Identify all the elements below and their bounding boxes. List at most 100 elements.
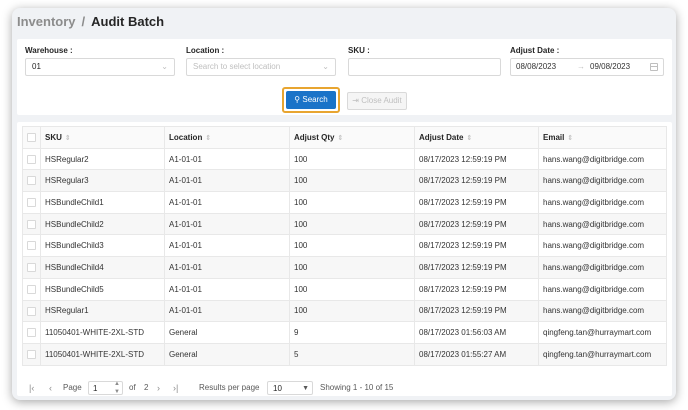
row-checkbox-cell	[22, 147, 41, 171]
table-row[interactable]: 11050401-WHITE-2XL-STD General 5 08/17/2023…	[22, 342, 667, 366]
table-row[interactable]: HSRegular3 A1-01-01 100 08/17/2023 12:59:19…	[22, 169, 667, 193]
chevron-down-icon: ⌄	[322, 62, 329, 71]
close-audit-button[interactable]: ⇥ Close Audit	[347, 92, 407, 110]
email-cell: hans.wang@digitbridge.com	[538, 191, 667, 214]
adjust-date-cell: 08/17/2023 12:59:19 PM	[414, 277, 539, 301]
row-checkbox[interactable]	[27, 328, 36, 338]
search-icon: ⚲	[294, 95, 301, 104]
results-per-page-value: 10	[273, 384, 282, 393]
adjust-date-cell: 08/17/2023 01:56:03 AM	[414, 321, 539, 344]
date-to[interactable]: 09/08/2023	[590, 59, 630, 75]
location-cell: A1-01-01	[164, 256, 290, 279]
email-cell: hans.wang@digitbridge.com	[538, 256, 667, 279]
row-checkbox-cell	[22, 342, 41, 366]
app-window: Inventory / Audit Batch Warehouse : 01 ⌄ L…	[12, 8, 676, 400]
breadcrumb-separator: /	[81, 14, 86, 29]
location-cell: A1-01-01	[164, 169, 290, 193]
calendar-icon[interactable]	[650, 63, 658, 71]
row-checkbox[interactable]	[27, 284, 36, 294]
table-row[interactable]: HSBundleChild3 A1-01-01 100 08/17/2023 12:5…	[22, 234, 667, 258]
sort-icon[interactable]: ⇕	[567, 135, 573, 142]
email-cell: hans.wang@digitbridge.com	[538, 169, 667, 193]
location-cell: A1-01-01	[164, 277, 290, 301]
adjust-date-cell: 08/17/2023 01:55:27 AM	[414, 342, 539, 366]
table-row[interactable]: HSBundleChild4 A1-01-01 100 08/17/2023 12:5…	[22, 256, 667, 279]
sort-icon[interactable]: ⇕	[205, 135, 211, 142]
row-checkbox[interactable]	[27, 349, 36, 359]
location-cell: General	[164, 342, 290, 366]
row-checkbox-cell	[22, 277, 41, 301]
adjust-date-range-picker[interactable]: 08/08/2023 → 09/08/2023	[510, 58, 664, 76]
location-cell: A1-01-01	[164, 234, 290, 258]
column-header-adjust-qty[interactable]: Adjust Qty ⇕	[289, 126, 415, 149]
adjust-qty-cell: 100	[289, 256, 415, 279]
row-checkbox[interactable]	[27, 306, 36, 316]
last-page-icon[interactable]: ›|	[173, 381, 178, 395]
stepper-icon[interactable]: ▲ ▼	[114, 380, 120, 396]
search-button[interactable]: ⚲ Search	[286, 91, 336, 109]
adjust-qty-cell: 100	[289, 147, 415, 171]
page-number-value: 1	[93, 384, 98, 393]
column-header-sku[interactable]: SKU ⇕	[40, 126, 165, 149]
column-label: Adjust Qty	[294, 132, 335, 142]
row-checkbox[interactable]	[27, 154, 36, 164]
row-checkbox-cell	[22, 212, 41, 236]
email-cell: qingfeng.tan@hurraymart.com	[538, 321, 667, 344]
table-row[interactable]: HSRegular1 A1-01-01 100 08/17/2023 12:59:19…	[22, 299, 667, 323]
adjust-date-cell: 08/17/2023 12:59:19 PM	[414, 299, 539, 323]
email-cell: hans.wang@digitbridge.com	[538, 212, 667, 236]
column-label: Adjust Date	[419, 132, 464, 142]
results-per-page-select[interactable]: 10 ▼	[267, 381, 313, 395]
column-header-adjust-date[interactable]: Adjust Date ⇕	[414, 126, 539, 149]
table-row[interactable]: 11050401-WHITE-2XL-STD General 9 08/17/2023…	[22, 321, 667, 344]
sort-icon[interactable]: ⇕	[466, 135, 472, 142]
row-checkbox-cell	[22, 234, 41, 258]
breadcrumb-inventory[interactable]: Inventory	[17, 14, 76, 29]
sort-icon[interactable]: ⇕	[337, 135, 343, 142]
table-row[interactable]: HSBundleChild5 A1-01-01 100 08/17/2023 12:5…	[22, 277, 667, 301]
row-checkbox[interactable]	[27, 241, 36, 251]
adjust-qty-cell: 100	[289, 169, 415, 193]
select-all-checkbox[interactable]	[27, 133, 36, 143]
sku-cell: HSRegular2	[40, 147, 165, 171]
page-number-input[interactable]: 1 ▲ ▼	[88, 381, 123, 395]
date-range-arrow-icon: →	[577, 62, 585, 71]
table-row[interactable]: HSBundleChild1 A1-01-01 100 08/17/2023 12:5…	[22, 191, 667, 214]
header-checkbox-cell	[22, 126, 41, 149]
table-row[interactable]: HSRegular2 A1-01-01 100 08/17/2023 12:59:19…	[22, 147, 667, 171]
row-checkbox[interactable]	[27, 263, 36, 273]
row-checkbox-cell	[22, 299, 41, 323]
next-page-icon[interactable]: ›	[157, 381, 160, 395]
adjust-qty-cell: 100	[289, 191, 415, 214]
sort-icon[interactable]: ⇕	[65, 135, 71, 142]
email-cell: hans.wang@digitbridge.com	[538, 277, 667, 301]
column-label: SKU	[45, 132, 62, 142]
location-placeholder: Search to select location	[193, 62, 281, 71]
sku-cell: 11050401-WHITE-2XL-STD	[40, 321, 165, 344]
row-checkbox-cell	[22, 191, 41, 214]
search-button-label: Search	[302, 95, 328, 104]
row-checkbox[interactable]	[27, 176, 36, 186]
filter-panel: Warehouse : 01 ⌄ Location : Search to se…	[17, 39, 672, 115]
adjust-date-cell: 08/17/2023 12:59:19 PM	[414, 169, 539, 193]
column-label: Location	[169, 132, 203, 142]
column-header-location[interactable]: Location ⇕	[164, 126, 290, 149]
prev-page-icon[interactable]: ‹	[49, 381, 52, 395]
warehouse-select[interactable]: 01 ⌄	[25, 58, 175, 76]
column-header-email[interactable]: Email ⇕	[538, 126, 667, 149]
adjust-qty-cell: 100	[289, 277, 415, 301]
date-from[interactable]: 08/08/2023	[516, 59, 556, 75]
adjust-qty-cell: 100	[289, 212, 415, 236]
first-page-icon[interactable]: |‹	[29, 381, 34, 395]
row-checkbox[interactable]	[27, 219, 36, 229]
row-checkbox[interactable]	[27, 198, 36, 208]
breadcrumb: Inventory / Audit Batch	[17, 14, 164, 29]
sku-cell: HSBundleChild5	[40, 277, 165, 301]
table-row[interactable]: HSBundleChild2 A1-01-01 100 08/17/2023 12:5…	[22, 212, 667, 236]
location-cell: A1-01-01	[164, 191, 290, 214]
location-select[interactable]: Search to select location ⌄	[186, 58, 336, 76]
sku-label: SKU :	[348, 46, 370, 55]
column-label: Email	[543, 132, 565, 142]
sku-input[interactable]	[348, 58, 501, 76]
adjust-qty-cell: 5	[289, 342, 415, 366]
